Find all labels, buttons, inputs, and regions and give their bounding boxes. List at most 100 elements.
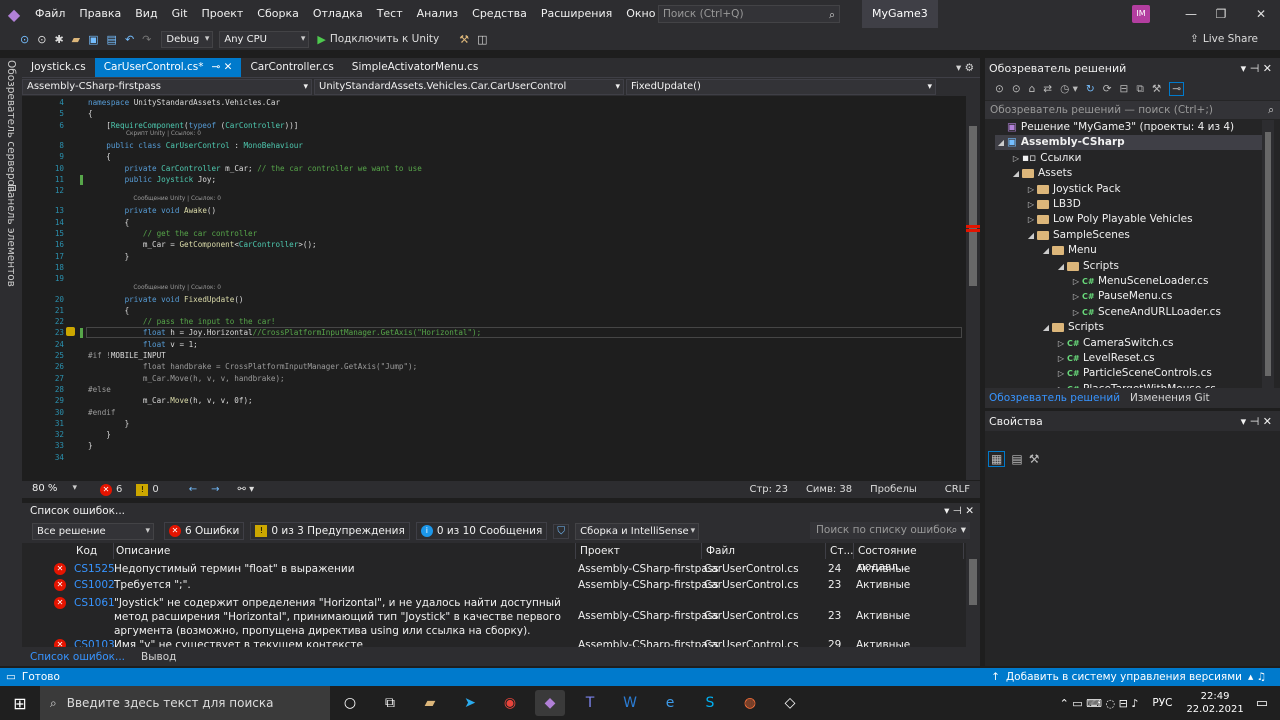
expand-arrow-icon[interactable]: ◢	[1040, 320, 1052, 335]
expand-arrow-icon[interactable]: ▷	[1025, 182, 1037, 197]
code-line[interactable]: public Joystick Joy;	[88, 175, 216, 184]
messages-filter-button[interactable]: i0 из 10 Сообщения	[415, 522, 548, 540]
pin-icon[interactable]: ⊸ ✕	[212, 61, 233, 73]
platform-select[interactable]: Any CPU	[219, 30, 310, 48]
error-list-scroll-thumb[interactable]	[969, 559, 977, 605]
expand-arrow-icon[interactable]: ◢	[1010, 166, 1022, 181]
tree-item[interactable]: ◢ Menu	[1040, 243, 1097, 258]
close-icon[interactable]: ✕	[1246, 0, 1276, 28]
forward-icon[interactable]: ⊙	[37, 33, 46, 46]
menu-item[interactable]: Git	[165, 0, 195, 28]
tree-scrollbar[interactable]	[1262, 120, 1274, 388]
code-line[interactable]: #if !MOBILE_INPUT	[88, 351, 166, 360]
code-line[interactable]: {	[88, 306, 130, 315]
menu-item[interactable]: Проект	[194, 0, 250, 28]
code-line[interactable]: }	[88, 441, 93, 450]
cell-code[interactable]: CS0103	[74, 638, 115, 647]
lightbulb-icon[interactable]	[66, 327, 75, 337]
panel-controls-icon[interactable]: ▾ ⊣ ✕	[1241, 415, 1272, 428]
add-to-source-control[interactable]: Добавить в систему управления версиями	[1006, 671, 1242, 683]
code-line[interactable]: {	[88, 218, 130, 227]
scope-select[interactable]: Все решение	[32, 522, 154, 540]
column-header[interactable]: Ст...	[826, 543, 854, 559]
properties-icon[interactable]: ⚒	[1152, 83, 1161, 95]
tab-error-list[interactable]: Список ошибок...	[22, 651, 133, 663]
code-line[interactable]: // pass the input to the car!	[88, 317, 276, 326]
member-dropdown[interactable]: FixedUpdate()	[626, 79, 936, 95]
code-editor[interactable]: 4 namespace UnityStandardAssets.Vehicles.…	[22, 96, 966, 480]
code-line[interactable]: public class CarUserControl : MonoBehavi…	[88, 141, 303, 150]
editor-vertical-scrollbar[interactable]	[966, 96, 980, 480]
tree-item[interactable]: ▷ C# ParticleSceneControls.cs	[1055, 366, 1212, 381]
expand-arrow-icon[interactable]: ◢	[1055, 259, 1067, 274]
configuration-select[interactable]: Debug	[161, 30, 214, 48]
indent-mode[interactable]: Пробелы	[870, 484, 917, 495]
expand-arrow-icon[interactable]: ◢	[1025, 228, 1037, 243]
refresh-icon[interactable]: ⟳	[1103, 83, 1112, 95]
expand-arrow-icon[interactable]: ▷	[1055, 336, 1067, 351]
tree-item[interactable]: ▷ C# SceneAndURLLoader.cs	[1070, 305, 1221, 320]
skype-icon[interactable]: S	[695, 690, 725, 716]
menu-item[interactable]: Окно	[619, 0, 662, 28]
tab-overflow-icon[interactable]: ▾ ⚙	[956, 62, 974, 74]
panel-menu-icon[interactable]: ▾ ⊣ ✕	[944, 505, 974, 517]
telegram-icon[interactable]: ➤	[455, 690, 485, 716]
panel-controls-icon[interactable]: ▾ ⊣ ✕	[1241, 62, 1272, 75]
expand-arrow-icon[interactable]: ◢	[995, 135, 1007, 150]
tree-item[interactable]: ▷ ▪▫ Ссылки	[1010, 151, 1082, 166]
warnings-filter-button[interactable]: ! 0 из 3 Предупреждения	[250, 522, 410, 540]
expand-arrow-icon[interactable]: ▷	[1025, 197, 1037, 212]
unity-icon[interactable]: ◇	[775, 690, 805, 716]
table-row[interactable]: ✕ CS1061 "Joystick" не содержит определени…	[30, 595, 966, 637]
code-line[interactable]: {	[88, 109, 93, 118]
tree-item[interactable]: ◢ ▣ Assembly-CSharp	[995, 135, 1265, 151]
document-tab[interactable]: CarController.cs	[241, 58, 342, 77]
cell-code[interactable]: CS1061	[74, 596, 115, 610]
toolbox-tab[interactable]: Панель элементов	[5, 184, 17, 287]
code-line[interactable]: #else	[88, 385, 111, 394]
menu-item[interactable]: Отладка	[306, 0, 370, 28]
column-header[interactable]: Описание	[112, 543, 576, 559]
language-indicator[interactable]: РУС	[1152, 697, 1172, 709]
expand-arrow-icon[interactable]: ▷	[1070, 289, 1082, 304]
error-list-scrollbar[interactable]	[966, 543, 980, 647]
table-row[interactable]: ✕ CS1002 Требуется ";". Assembly-CSharp-fir…	[30, 577, 966, 593]
menu-item[interactable]: Правка	[72, 0, 128, 28]
switch-views-icon[interactable]: ⇄	[1043, 83, 1052, 95]
open-folder-icon[interactable]: ▰	[72, 33, 80, 46]
zoom-select[interactable]: 80 %	[28, 481, 80, 498]
tree-item[interactable]: ▣ Решение "MyGame3" (проекты: 4 из 4)	[995, 120, 1234, 135]
pending-changes-icon[interactable]: ◷ ▾	[1060, 83, 1078, 95]
task-view-icon[interactable]: ⧉	[375, 690, 405, 716]
document-tab[interactable]: Joystick.cs	[22, 58, 95, 77]
line-endings[interactable]: CRLF	[945, 484, 970, 495]
code-line[interactable]: }	[88, 252, 130, 261]
previous-issue-icon[interactable]: ←	[189, 484, 197, 495]
code-line[interactable]: m_Car = GetComponent<CarController>();	[88, 240, 317, 249]
document-tab[interactable]: SimpleActivatorMenu.cs	[343, 58, 493, 77]
code-line[interactable]: }	[88, 430, 111, 439]
codelens-hint[interactable]: Скрипт Unity | Ссылок: 0	[126, 131, 201, 137]
quick-launch-search[interactable]: Поиск (Ctrl+Q) ⌕	[658, 5, 840, 23]
edge-icon[interactable]: e	[655, 690, 685, 716]
table-row[interactable]: ✕ CS1525 Недопустимый термин "float" в выр…	[30, 561, 966, 577]
code-line[interactable]: private void Awake()	[88, 206, 216, 215]
word-icon[interactable]: W	[615, 690, 645, 716]
categorized-icon[interactable]: ▦	[988, 451, 1006, 467]
code-line[interactable]: namespace UnityStandardAssets.Vehicles.C…	[88, 98, 280, 107]
unity-tools-icon[interactable]: ⚒	[459, 33, 469, 46]
type-dropdown[interactable]: UnityStandardAssets.Vehicles.Car.CarUser…	[314, 79, 624, 95]
filter-icon[interactable]: ⛉	[553, 523, 570, 539]
preview-icon[interactable]: ⊸	[1169, 82, 1185, 96]
code-line[interactable]: #endif	[88, 408, 115, 417]
expand-arrow-icon[interactable]: ◢	[1040, 243, 1052, 258]
tree-scroll-thumb[interactable]	[1265, 132, 1271, 376]
file-explorer-icon[interactable]: ▰	[415, 690, 445, 716]
code-line[interactable]: }	[88, 419, 130, 428]
server-explorer-tab[interactable]: Обозреватель серверов	[5, 60, 17, 192]
tree-item[interactable]: ▷ Low Poly Playable Vehicles	[1025, 212, 1193, 227]
code-line[interactable]: float handbrake = CrossPlatformInputMana…	[88, 362, 417, 371]
cortana-icon[interactable]: ○	[335, 690, 365, 716]
errors-filter-button[interactable]: ✕ 6 Ошибки	[164, 522, 245, 540]
home-icon[interactable]: ⌂	[1029, 83, 1036, 95]
